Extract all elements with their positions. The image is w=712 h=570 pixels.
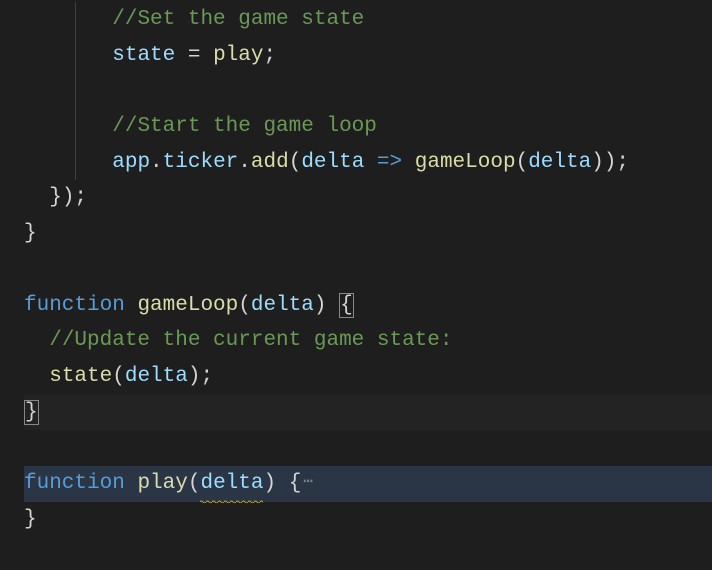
param-token: delta bbox=[251, 294, 314, 317]
punct-token: ) { bbox=[263, 472, 301, 495]
punct-token: ) bbox=[314, 294, 339, 317]
param-token: delta bbox=[301, 151, 364, 174]
punct-token: ( bbox=[516, 151, 529, 174]
code-line[interactable]: //Set the game state bbox=[24, 2, 712, 38]
comment-token: //Start the game loop bbox=[112, 115, 377, 138]
punct-token: ; bbox=[616, 151, 629, 174]
operator-token: = bbox=[175, 44, 213, 67]
code-line[interactable]: function gameLoop(delta) { bbox=[24, 288, 712, 324]
brace-open-highlight: { bbox=[339, 293, 354, 318]
identifier-token: delta bbox=[125, 365, 188, 388]
keyword-token: function bbox=[24, 472, 125, 495]
identifier-token: delta bbox=[528, 151, 591, 174]
punct-token: ; bbox=[263, 44, 276, 67]
punct-token: }); bbox=[49, 186, 87, 209]
punct-token: . bbox=[150, 151, 163, 174]
code-line-active[interactable]: function play(delta) {⋯ bbox=[24, 466, 712, 502]
code-line[interactable]: } bbox=[24, 395, 712, 431]
code-line[interactable]: state = play; bbox=[24, 38, 712, 74]
punct-token: ) bbox=[591, 151, 604, 174]
punct-token: ( bbox=[112, 365, 125, 388]
comment-token: //Update the current game state: bbox=[49, 329, 452, 352]
punct-token: ( bbox=[238, 294, 251, 317]
code-line[interactable] bbox=[24, 252, 712, 288]
func-name-token: play bbox=[137, 472, 187, 495]
punct-token: ) bbox=[188, 365, 201, 388]
punct-token: ) bbox=[604, 151, 617, 174]
identifier-token: state bbox=[112, 44, 175, 67]
identifier-token: ticker bbox=[163, 151, 239, 174]
keyword-token: function bbox=[24, 294, 125, 317]
identifier-token: add bbox=[251, 151, 289, 174]
brace-close-highlight: } bbox=[24, 400, 39, 425]
code-line[interactable]: }); bbox=[24, 180, 712, 216]
identifier-token: play bbox=[213, 44, 263, 67]
code-line[interactable]: } bbox=[24, 216, 712, 252]
code-line[interactable]: } bbox=[24, 502, 712, 538]
punct-token: ; bbox=[200, 365, 213, 388]
punct-token: ( bbox=[289, 151, 302, 174]
punct-token: } bbox=[24, 508, 37, 531]
code-editor[interactable]: //Set the game state state = play; //Sta… bbox=[0, 0, 712, 537]
punct-token: . bbox=[238, 151, 251, 174]
code-line[interactable]: //Start the game loop bbox=[24, 109, 712, 145]
func-name-token: gameLoop bbox=[137, 294, 238, 317]
punct-token: } bbox=[24, 222, 37, 245]
arrow-token: => bbox=[364, 151, 414, 174]
code-line[interactable]: //Update the current game state: bbox=[24, 323, 712, 359]
folded-indicator-icon[interactable]: ⋯ bbox=[303, 473, 313, 491]
param-token-warning: delta bbox=[200, 466, 263, 502]
code-line[interactable] bbox=[24, 73, 712, 109]
identifier-token: state bbox=[49, 365, 112, 388]
identifier-token: gameLoop bbox=[415, 151, 516, 174]
code-line[interactable] bbox=[24, 430, 712, 466]
identifier-token: app bbox=[112, 151, 150, 174]
punct-token: ( bbox=[188, 472, 201, 495]
comment-token: //Set the game state bbox=[112, 8, 364, 31]
code-line[interactable]: app.ticker.add(delta => gameLoop(delta))… bbox=[24, 145, 712, 181]
code-line[interactable]: state(delta); bbox=[24, 359, 712, 395]
